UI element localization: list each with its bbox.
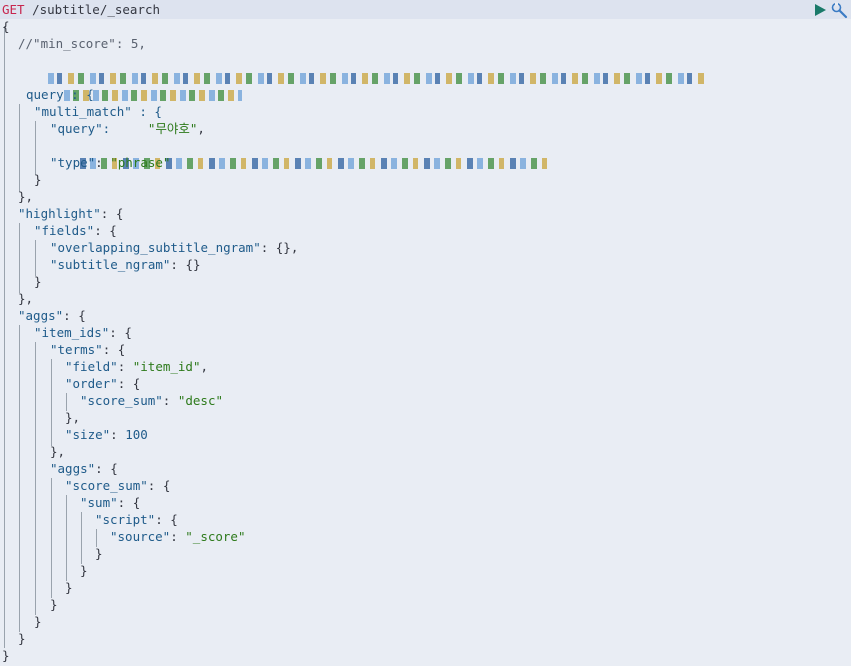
wrench-icon[interactable] [830, 1, 848, 19]
redacted-line [50, 137, 551, 169]
request-line-text[interactable]: GET /subtitle/_search [2, 1, 160, 18]
redacted-line [18, 52, 709, 84]
code-line[interactable]: "multi_match" : { [34, 103, 162, 120]
code-line[interactable]: } [34, 613, 42, 630]
code-line[interactable]: "query": "무야호", [50, 120, 205, 137]
code-line[interactable]: "overlapping_subtitle_ngram": {}, [50, 239, 298, 256]
http-method: GET [2, 2, 25, 17]
code-line[interactable]: "sum": { [80, 494, 140, 511]
code-line[interactable]: } [95, 545, 103, 562]
code-line[interactable]: { [2, 18, 10, 35]
code-line[interactable]: } [80, 562, 88, 579]
code-line[interactable]: //"min_score": 5, [18, 35, 146, 52]
redacted-line [34, 69, 243, 101]
code-line[interactable]: "script": { [95, 511, 178, 528]
code-line[interactable]: } [65, 579, 73, 596]
code-line[interactable]: } [34, 273, 42, 290]
code-line[interactable]: "score_sum": "desc" [80, 392, 223, 409]
code-line[interactable]: "fields": { [34, 222, 117, 239]
code-line[interactable]: }, [65, 409, 80, 426]
code-line[interactable]: query : { [26, 86, 94, 103]
code-line[interactable]: "order": { [65, 375, 140, 392]
code-line[interactable]: "score_sum": { [65, 477, 170, 494]
code-line[interactable]: }, [50, 443, 65, 460]
request-path: /subtitle/_search [24, 2, 161, 17]
code-line[interactable]: "item_ids": { [34, 324, 132, 341]
code-line[interactable]: "aggs": { [50, 460, 118, 477]
code-line[interactable]: } [50, 596, 58, 613]
code-line[interactable]: "type": "phrase" [50, 154, 170, 171]
code-line[interactable]: } [2, 647, 10, 664]
code-line[interactable]: "size": 100 [65, 426, 148, 443]
code-line[interactable]: "subtitle_ngram": {} [50, 256, 201, 273]
console-editor[interactable]: GET /subtitle/_search { //"min_score": 5… [0, 0, 851, 666]
play-icon[interactable] [812, 2, 828, 18]
code-line[interactable]: }, [18, 290, 33, 307]
code-line[interactable]: "terms": { [50, 341, 125, 358]
code-line[interactable]: "source": "_score" [110, 528, 246, 545]
code-line[interactable]: }, [18, 188, 33, 205]
code-line[interactable]: "highlight": { [18, 205, 123, 222]
code-line[interactable]: } [34, 171, 42, 188]
code-line[interactable]: } [18, 630, 26, 647]
code-line[interactable]: "field": "item_id", [65, 358, 208, 375]
code-line[interactable]: "aggs": { [18, 307, 86, 324]
